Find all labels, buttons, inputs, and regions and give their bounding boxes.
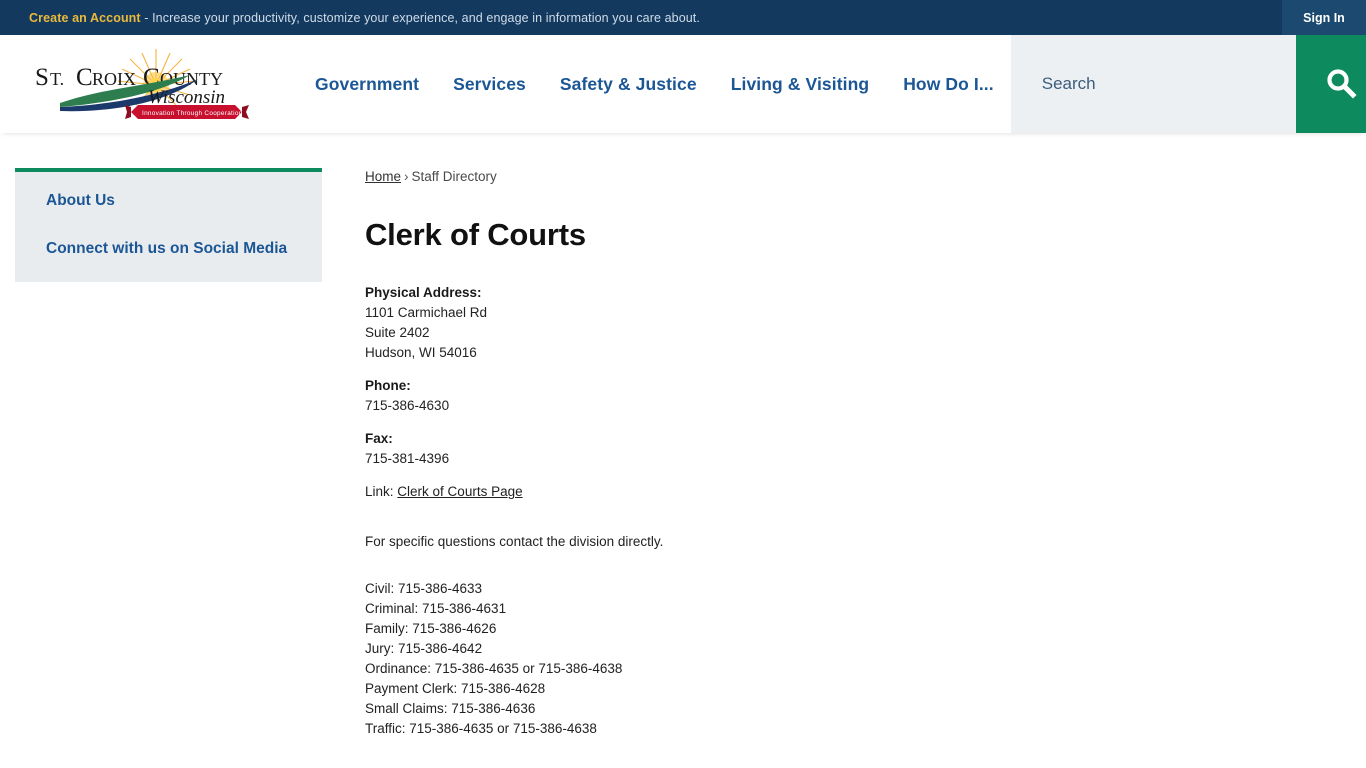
svg-text:Innovation Through Cooperation: Innovation Through Cooperation [142,110,243,117]
breadcrumb: Home › Staff Directory [365,169,1336,184]
phone-value: 715-386-4630 [365,398,450,413]
main-content: Home › Staff Directory Clerk of Courts Phy… [322,168,1366,739]
division-family: Family: 715-386-4626 [365,621,497,636]
nav-item-services[interactable]: Services [436,64,543,105]
nav-item-how-do-i[interactable]: How Do I... [886,64,1011,105]
site-header: S T. C ROIX C OUNTY Wisconsin Innovation… [0,35,1366,133]
page-body: About Us Connect with us on Social Media… [0,133,1366,739]
sidebar-item-social-media[interactable]: Connect with us on Social Media [46,238,291,260]
site-logo[interactable]: S T. C ROIX C OUNTY Wisconsin Innovation… [0,35,290,133]
sign-in-button[interactable]: Sign In [1282,0,1366,35]
address-city-state-zip: Hudson, WI 54016 [365,345,477,360]
sidebar-navigation: About Us Connect with us on Social Media [15,168,322,282]
physical-address-label: Physical Address: [365,285,482,300]
nav-item-government[interactable]: Government [298,64,436,105]
breadcrumb-separator: › [404,169,409,184]
division-ordinance: Ordinance: 715-386-4635 or 715-386-4638 [365,661,623,676]
svg-text:S: S [35,64,49,91]
search-button[interactable] [1295,35,1366,133]
breadcrumb-current: Staff Directory [411,169,497,184]
utility-bar: Create an Account - Increase your produc… [0,0,1366,35]
division-phone-list: Civil: 715-386-4633 Criminal: 715-386-46… [365,579,1336,739]
nav-item-safety-justice[interactable]: Safety & Justice [543,64,714,105]
promo-message: - Increase your productivity, customize … [140,10,700,25]
sidebar-item-about-us[interactable]: About Us [46,190,291,212]
phone-label: Phone: [365,378,411,393]
division-small-claims: Small Claims: 715-386-4636 [365,701,536,716]
clerk-of-courts-page-link[interactable]: Clerk of Courts Page [397,484,522,499]
svg-text:T.: T. [50,69,64,89]
division-civil: Civil: 715-386-4633 [365,581,483,596]
fax-value: 715-381-4396 [365,451,450,466]
svg-text:ROIX: ROIX [92,69,136,89]
division-jury: Jury: 715-386-4642 [365,641,483,656]
site-search [1010,35,1366,133]
search-icon [1327,69,1357,99]
nav-item-living-visiting[interactable]: Living & Visiting [714,64,886,105]
fax-block: Fax: 715-381-4396 [365,429,1336,469]
account-promo-text: Create an Account - Increase your produc… [0,11,700,25]
breadcrumb-home-link[interactable]: Home [365,169,401,184]
division-traffic: Traffic: 715-386-4635 or 715-386-4638 [365,721,597,736]
division-criminal: Criminal: 715-386-4631 [365,601,507,616]
search-input[interactable] [1010,35,1296,133]
address-line-2: Suite 2402 [365,325,430,340]
physical-address-block: Physical Address: 1101 Carmichael Rd Sui… [365,283,1336,363]
logo-svg: S T. C ROIX C OUNTY Wisconsin Innovation… [35,49,249,119]
svg-text:OUNTY: OUNTY [160,69,223,89]
link-prefix-label: Link: [365,484,394,499]
page-title: Clerk of Courts [365,217,586,252]
svg-text:C: C [76,64,93,91]
svg-text:Wisconsin: Wisconsin [148,87,225,108]
create-account-link[interactable]: Create an Account [29,11,141,25]
department-link-row: Link: Clerk of Courts Page [365,482,1336,502]
contact-note: For specific questions contact the divis… [365,534,664,549]
logo-graphic: S T. C ROIX C OUNTY Wisconsin Innovation… [30,45,260,123]
phone-block: Phone: 715-386-4630 [365,376,1336,416]
main-navigation: Government Services Safety & Justice Liv… [290,35,1011,133]
fax-label: Fax: [365,431,393,446]
division-payment-clerk: Payment Clerk: 715-386-4628 [365,681,546,696]
address-line-1: 1101 Carmichael Rd [365,305,488,320]
